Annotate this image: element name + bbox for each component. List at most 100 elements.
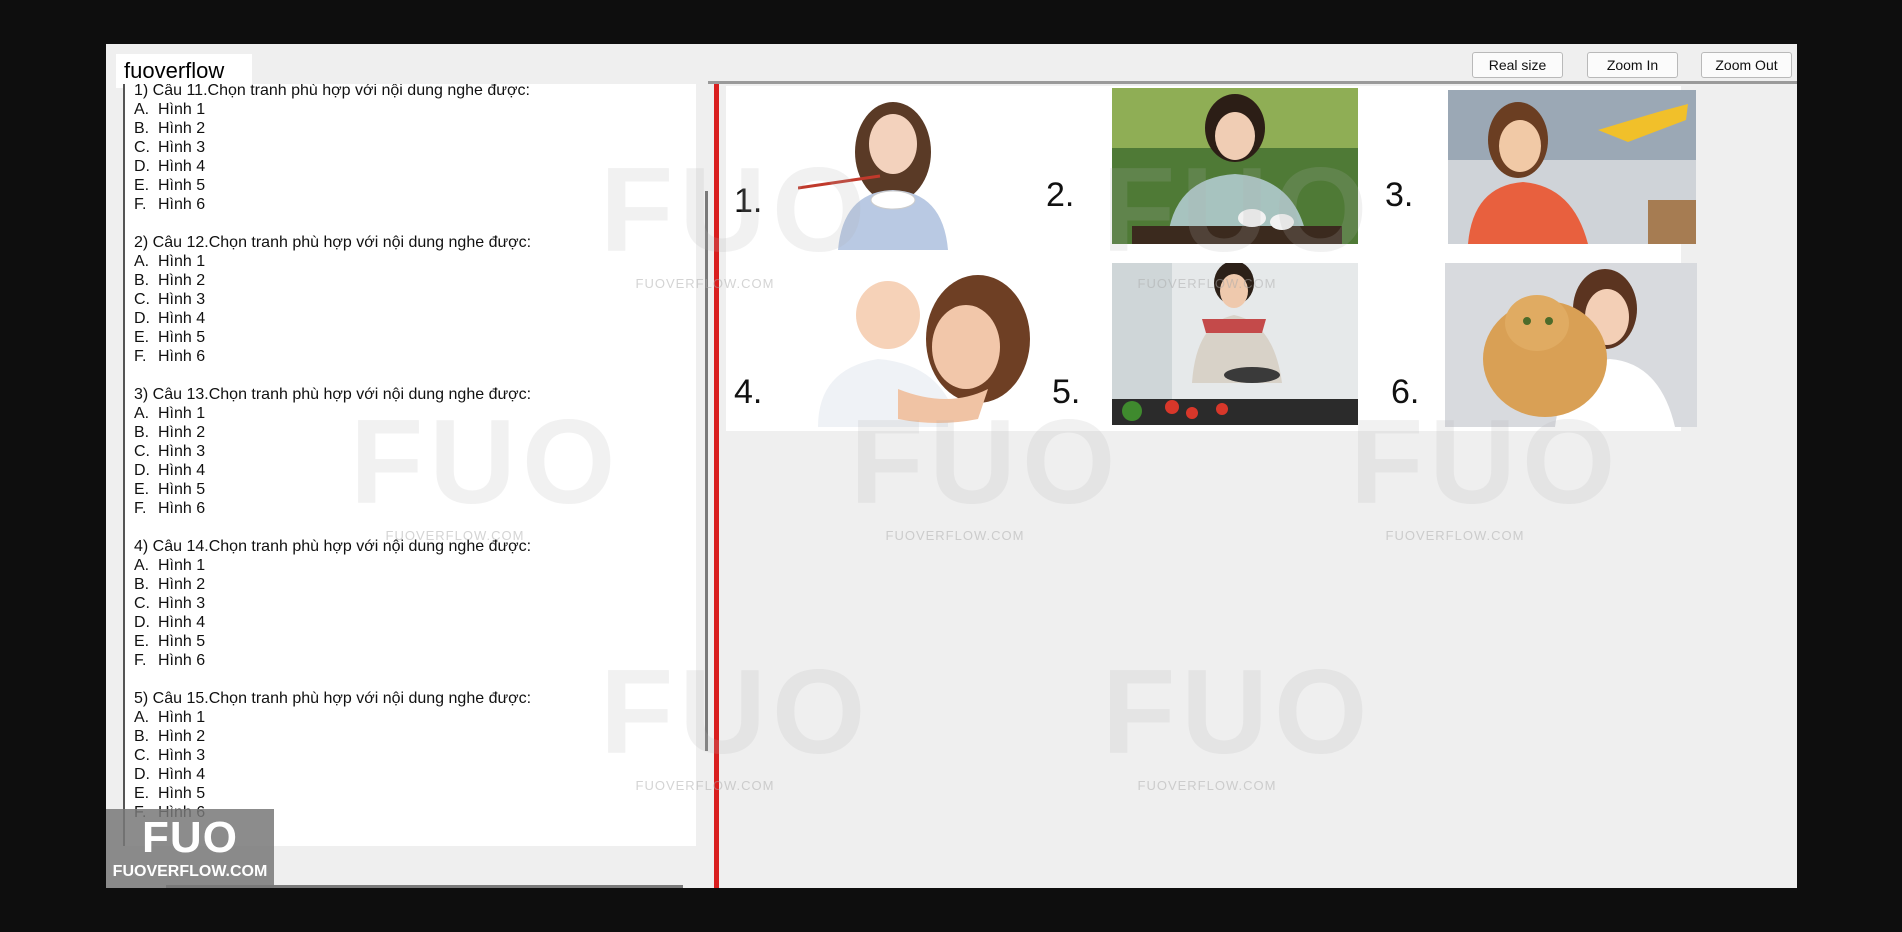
option-letter: C. xyxy=(134,291,150,308)
answer-option[interactable]: D. Hình 4 xyxy=(134,309,696,328)
brand-tab[interactable]: fuoverflow xyxy=(116,54,252,88)
panel-splitter[interactable] xyxy=(714,84,719,888)
question-list[interactable]: 1) Câu 11.Chọn tranh phù hợp với nội dun… xyxy=(123,84,696,846)
picture-label-5: 5. xyxy=(1052,373,1081,411)
answer-option[interactable]: A. Hình 1 xyxy=(134,404,696,423)
answer-option[interactable]: E. Hình 5 xyxy=(134,480,696,499)
answer-option[interactable]: C. Hình 3 xyxy=(134,442,696,461)
option-text: Hình 3 xyxy=(158,747,206,764)
answer-option[interactable]: B. Hình 2 xyxy=(134,727,696,746)
option-text: Hình 1 xyxy=(158,101,206,118)
option-text: Hình 3 xyxy=(158,139,206,156)
logo-site: FUOVERFLOW.COM xyxy=(112,863,268,880)
option-text: Hình 1 xyxy=(158,709,206,726)
option-letter: A. xyxy=(134,709,150,726)
question-block: 1) Câu 11.Chọn tranh phù hợp với nội dun… xyxy=(134,84,696,214)
answer-option[interactable]: C. Hình 3 xyxy=(134,594,696,613)
option-text: Hình 2 xyxy=(158,728,206,745)
option-text: Hình 5 xyxy=(158,785,206,802)
image-viewer[interactable]: 1. 2. 3. 4. 5. 6. xyxy=(720,84,1797,888)
option-letter: A. xyxy=(134,557,150,574)
answer-option[interactable]: B. Hình 2 xyxy=(134,423,696,442)
option-text: Hình 6 xyxy=(158,500,206,517)
answer-option[interactable]: F. Hình 6 xyxy=(134,651,696,670)
list-border xyxy=(123,84,125,846)
question-block: 3) Câu 13.Chọn tranh phù hợp với nội dun… xyxy=(134,385,696,518)
answer-option[interactable]: F. Hình 6 xyxy=(134,499,696,518)
option-text: Hình 5 xyxy=(158,481,206,498)
vertical-scrollbar[interactable] xyxy=(705,191,708,751)
option-letter: E. xyxy=(134,481,150,498)
picture-label-1: 1. xyxy=(734,182,763,220)
question-title: 4) Câu 14.Chọn tranh phù hợp với nội dun… xyxy=(134,538,532,555)
answer-option[interactable]: B. Hình 2 xyxy=(134,271,696,290)
option-text: Hình 3 xyxy=(158,291,206,308)
option-letter: B. xyxy=(134,120,150,137)
option-letter: A. xyxy=(134,405,150,422)
option-letter: B. xyxy=(134,272,150,289)
answer-option[interactable]: C. Hình 3 xyxy=(134,746,696,765)
answer-option[interactable]: F. Hình 6 xyxy=(134,347,696,366)
option-text: Hình 5 xyxy=(158,329,206,346)
option-text: Hình 3 xyxy=(158,595,206,612)
answer-option[interactable]: D. Hình 4 xyxy=(134,765,696,784)
zoom-in-button[interactable]: Zoom In xyxy=(1587,52,1678,78)
answer-option[interactable]: C. Hình 3 xyxy=(134,290,696,309)
question-panel: 1) Câu 11.Chọn tranh phù hợp với nội dun… xyxy=(123,84,708,888)
option-letter: F. xyxy=(134,348,147,365)
option-letter: F. xyxy=(134,500,147,517)
answer-option[interactable]: B. Hình 2 xyxy=(134,575,696,594)
answer-option[interactable]: B. Hình 2 xyxy=(134,119,696,138)
picture-cell-4: 4. xyxy=(726,261,1044,429)
option-letter: C. xyxy=(134,443,150,460)
option-text: Hình 2 xyxy=(158,272,206,289)
option-text: Hình 3 xyxy=(158,443,206,460)
option-text: Hình 2 xyxy=(158,120,206,137)
answer-option[interactable]: A. Hình 1 xyxy=(134,708,696,727)
option-letter: E. xyxy=(134,633,150,650)
option-letter: E. xyxy=(134,785,150,802)
option-text: Hình 2 xyxy=(158,576,206,593)
option-text: Hình 5 xyxy=(158,633,206,650)
question-block: 4) Câu 14.Chọn tranh phù hợp với nội dun… xyxy=(134,537,696,670)
answer-option[interactable]: F. Hình 6 xyxy=(134,195,696,214)
answer-option[interactable]: D. Hình 4 xyxy=(134,157,696,176)
option-letter: A. xyxy=(134,253,150,270)
answer-option[interactable]: E. Hình 5 xyxy=(134,632,696,651)
real-size-button[interactable]: Real size xyxy=(1472,52,1563,78)
answer-option[interactable]: D. Hình 4 xyxy=(134,461,696,480)
question-title: 1) Câu 11.Chọn tranh phù hợp với nội dun… xyxy=(134,84,530,99)
answer-option[interactable]: A. Hình 1 xyxy=(134,252,696,271)
answer-option[interactable]: E. Hình 5 xyxy=(134,328,696,347)
answer-option[interactable]: A. Hình 1 xyxy=(134,556,696,575)
zoom-out-button[interactable]: Zoom Out xyxy=(1701,52,1792,78)
question-block: 2) Câu 12.Chọn tranh phù hợp với nội dun… xyxy=(134,233,696,366)
question-title: 5) Câu 15.Chọn tranh phù hợp với nội dun… xyxy=(134,690,532,707)
option-letter: D. xyxy=(134,462,150,479)
answer-option[interactable]: C. Hình 3 xyxy=(134,138,696,157)
picture-label-4: 4. xyxy=(734,373,763,411)
answer-option[interactable]: E. Hình 5 xyxy=(134,176,696,195)
option-text: Hình 5 xyxy=(158,177,206,194)
woman-drinking-tea-photo xyxy=(1112,88,1358,244)
picture-cell-6: 6. xyxy=(1375,261,1697,429)
option-letter: D. xyxy=(134,158,150,175)
answer-option[interactable]: E. Hình 5 xyxy=(134,784,696,803)
question-title: 2) Câu 12.Chọn tranh phù hợp với nội dun… xyxy=(134,234,532,251)
exam-window: fuoverflow Real size Zoom In Zoom Out 1)… xyxy=(106,44,1797,888)
question-picture: 1. 2. 3. 4. 5. 6. xyxy=(726,86,1697,431)
option-letter: E. xyxy=(134,177,150,194)
option-text: Hình 4 xyxy=(158,462,206,479)
option-letter: D. xyxy=(134,310,150,327)
answer-option[interactable]: A. Hình 1 xyxy=(134,100,696,119)
option-text: Hình 1 xyxy=(158,405,206,422)
option-text: Hình 6 xyxy=(158,196,206,213)
answer-option[interactable]: D. Hình 4 xyxy=(134,613,696,632)
option-text: Hình 2 xyxy=(158,424,206,441)
picture-label-2: 2. xyxy=(1046,176,1075,214)
picture-label-6: 6. xyxy=(1391,373,1420,411)
option-letter: B. xyxy=(134,424,150,441)
option-text: Hình 6 xyxy=(158,348,206,365)
picture-label-3: 3. xyxy=(1385,176,1414,214)
girl-holding-cat-photo xyxy=(1445,263,1697,427)
